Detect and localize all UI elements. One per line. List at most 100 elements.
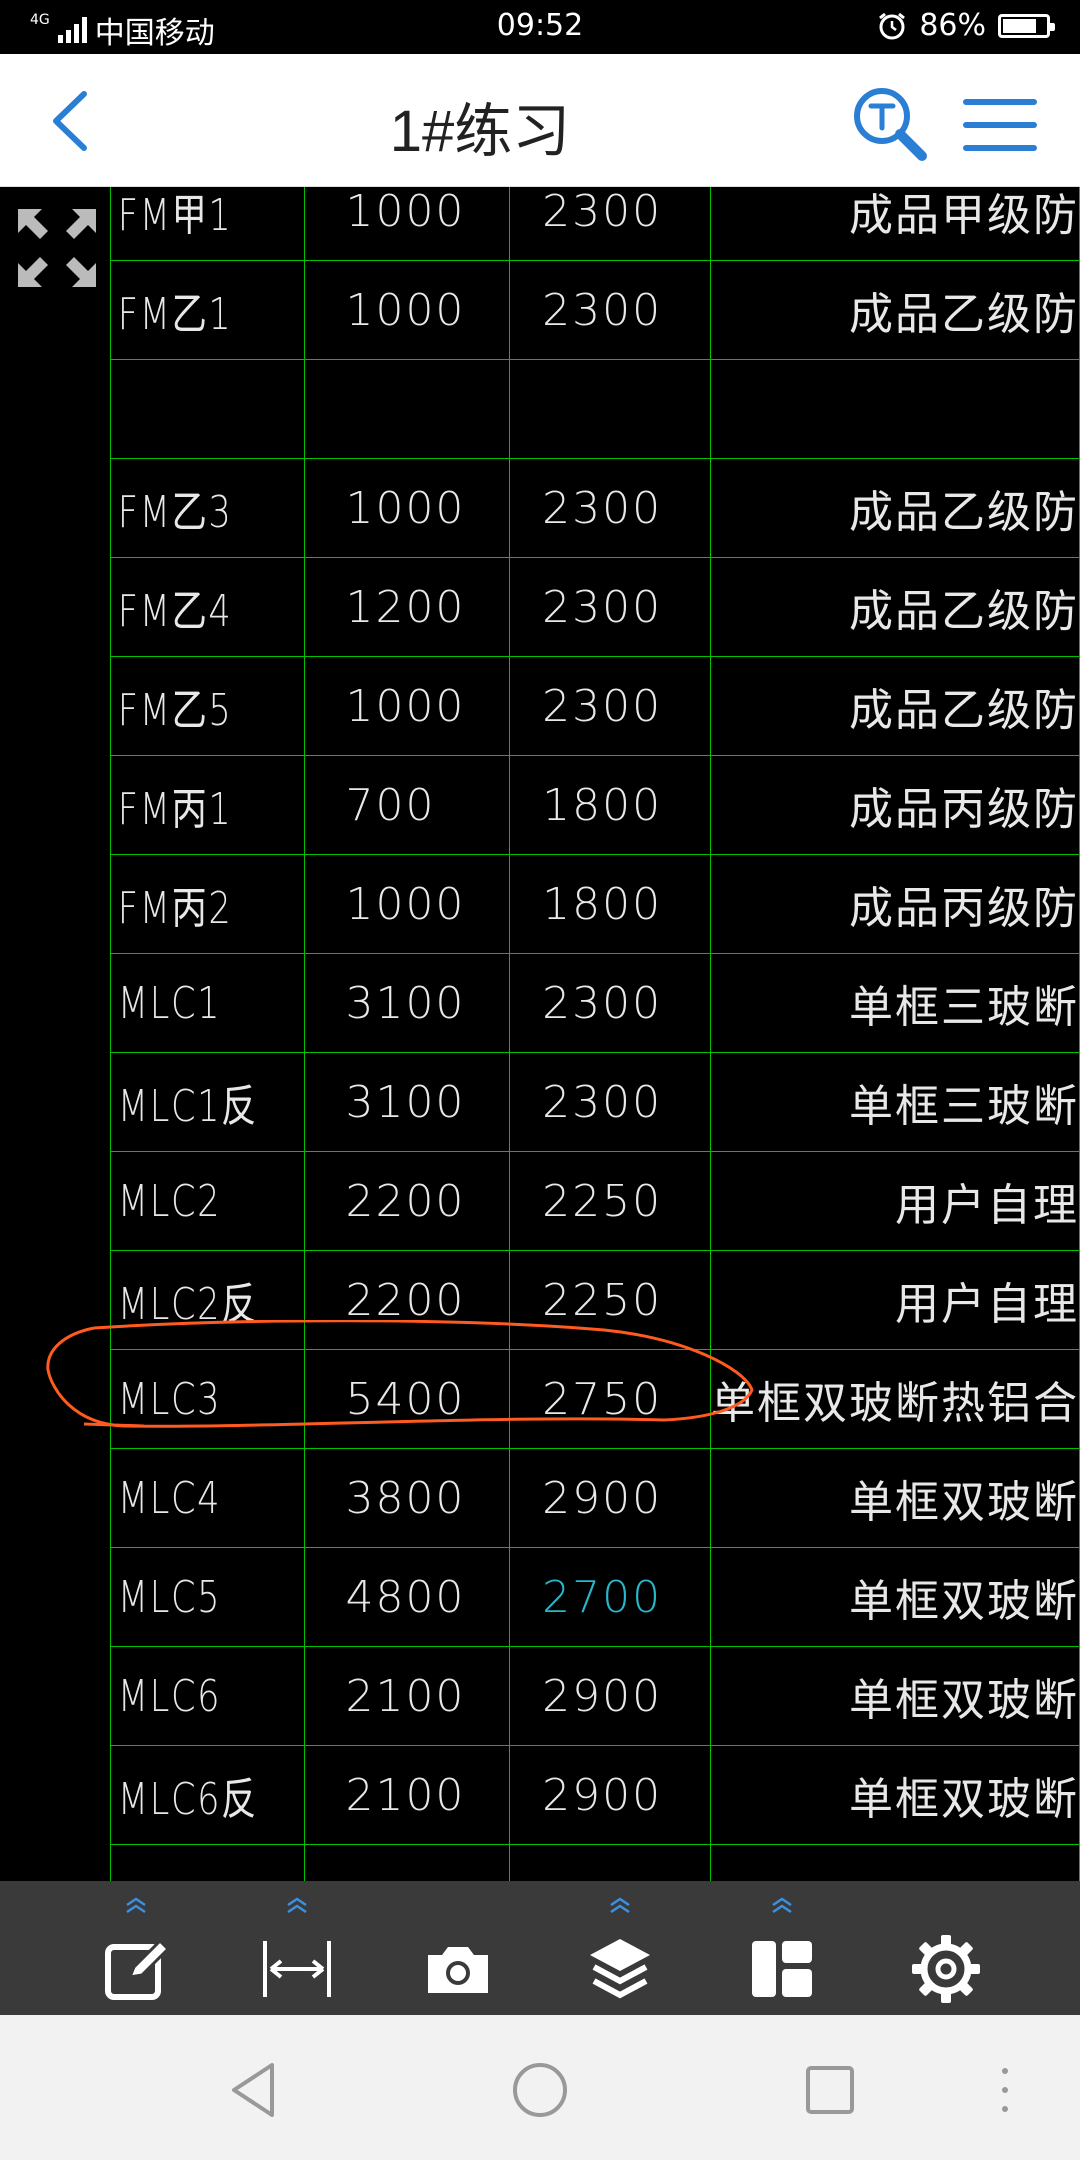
table-row: FM丙2 1000 1800 成品丙级防 — [110, 854, 1080, 954]
door-code-cell: FM丙1 — [110, 755, 267, 855]
width-cell: 2100 — [304, 1745, 511, 1845]
annotate-edit-icon — [105, 1938, 171, 2000]
door-code-cell: MLC1 — [110, 953, 267, 1053]
width-cell: 5400 — [304, 1349, 511, 1449]
table-row: MLC5 4800 2700 单框双玻断 — [110, 1547, 1080, 1647]
alarm-icon — [879, 12, 906, 39]
table-row: FM乙3 1000 2300 成品乙级防 — [110, 458, 1080, 558]
door-code-cell: MLC6 — [110, 1646, 267, 1746]
width-cell: 1000 — [304, 187, 511, 261]
camera-tool[interactable] — [408, 1897, 508, 2007]
door-code-cell: FM乙3 — [110, 458, 267, 558]
expand-chevron-icon — [287, 1897, 307, 1913]
table-row: MLC3 5400 2750 单框双玻断热铝合 — [110, 1349, 1080, 1449]
height-cell — [509, 359, 711, 459]
layout-tool[interactable] — [732, 1897, 832, 2007]
door-code-cell: MLC5 — [110, 1547, 267, 1647]
table-row: FM丙1 700 1800 成品丙级防 — [110, 755, 1080, 855]
door-code-cell: FM乙5 — [110, 656, 267, 756]
camera-icon — [428, 1947, 488, 1993]
door-code-cell: FM丙2 — [110, 854, 267, 954]
width-cell: 3100 — [304, 953, 511, 1053]
description-cell: 成品乙级防 — [709, 557, 1080, 657]
hamburger-menu-icon[interactable] — [960, 90, 1040, 160]
description-cell: 单框双玻断 — [709, 1745, 1080, 1845]
table-row: MLC1 3100 2300 单框三玻断 — [110, 953, 1080, 1053]
height-cell: 2900 — [509, 1745, 711, 1845]
table-row: MLC6反 2100 2900 单框双玻断 — [110, 1745, 1080, 1845]
settings-tool[interactable] — [896, 1897, 996, 2007]
settings-gear-icon — [912, 1935, 980, 2003]
description-cell: 成品甲级防 — [709, 187, 1080, 261]
app-header: 1#练习 — [0, 54, 1080, 187]
measure-tool[interactable] — [247, 1897, 347, 2007]
page-title: 1#练习 — [389, 99, 571, 164]
description-cell: 单框双玻断热铝合 — [709, 1349, 1080, 1449]
door-code-cell: FM甲1 — [110, 187, 267, 261]
table-row: FM乙5 1000 2300 成品乙级防 — [110, 656, 1080, 756]
width-cell — [304, 1844, 511, 1881]
status-bar: 4G 中国移动 09:52 86% — [0, 0, 1080, 54]
annotate-edit-tool[interactable] — [86, 1897, 186, 2007]
height-cell: 1800 — [509, 755, 711, 855]
height-cell: 2300 — [509, 656, 711, 756]
door-window-schedule-table: FM甲1 1000 2300 成品甲级防 FM乙1 1000 2300 成品乙级防 FM乙3 10… — [110, 187, 1080, 1881]
height-cell: 2250 — [509, 1151, 711, 1251]
width-cell: 4800 — [304, 1547, 511, 1647]
battery-fill — [1003, 18, 1037, 33]
expand-chevron-icon — [610, 1897, 630, 1913]
door-code-cell: MLC3 — [110, 1349, 267, 1449]
layout-panels-icon — [752, 1941, 812, 1997]
table-row — [110, 1844, 1080, 1881]
layers-tool[interactable] — [570, 1897, 670, 2007]
door-code-cell: MLC1反 — [110, 1052, 267, 1152]
door-code-cell: MLC2 — [110, 1151, 267, 1251]
height-cell: 2700 — [509, 1547, 711, 1647]
description-cell — [709, 359, 1080, 459]
table-row: FM甲1 1000 2300 成品甲级防 — [110, 187, 1080, 261]
battery-percent: 86% — [919, 8, 986, 43]
table-row: FM乙4 1200 2300 成品乙级防 — [110, 557, 1080, 657]
square-recents-icon[interactable] — [795, 2055, 865, 2125]
drawing-canvas[interactable]: FM甲1 1000 2300 成品甲级防 FM乙1 1000 2300 成品乙级防 FM乙3 10… — [0, 187, 1080, 1881]
more-options-icon[interactable] — [990, 2055, 1020, 2125]
width-cell: 1000 — [304, 656, 511, 756]
layers-icon — [590, 1939, 650, 1999]
width-cell: 3100 — [304, 1052, 511, 1152]
description-cell: 成品乙级防 — [709, 458, 1080, 558]
text-search-icon[interactable] — [850, 84, 930, 164]
width-cell — [304, 359, 511, 459]
description-cell — [709, 1844, 1080, 1881]
description-cell: 成品丙级防 — [709, 854, 1080, 954]
height-cell: 2750 — [509, 1349, 711, 1449]
description-cell: 单框双玻断 — [709, 1646, 1080, 1746]
description-cell: 用户自理 — [709, 1250, 1080, 1350]
description-cell: 单框双玻断 — [709, 1448, 1080, 1548]
door-code-cell — [110, 1844, 267, 1881]
height-cell: 2300 — [509, 458, 711, 558]
description-cell: 成品乙级防 — [709, 656, 1080, 756]
table-row: MLC2 2200 2250 用户自理 — [110, 1151, 1080, 1251]
height-cell: 2300 — [509, 557, 711, 657]
table-row — [110, 359, 1080, 459]
height-cell: 2900 — [509, 1646, 711, 1746]
width-cell: 1000 — [304, 260, 511, 360]
triangle-back-icon[interactable] — [220, 2055, 290, 2125]
height-cell: 2300 — [509, 260, 711, 360]
description-cell: 单框三玻断 — [709, 1052, 1080, 1152]
height-cell: 2300 — [509, 953, 711, 1053]
table-row: MLC6 2100 2900 单框双玻断 — [110, 1646, 1080, 1746]
table-row: MLC2反 2200 2250 用户自理 — [110, 1250, 1080, 1350]
table-row: FM乙1 1000 2300 成品乙级防 — [110, 260, 1080, 360]
description-cell: 成品丙级防 — [709, 755, 1080, 855]
table-row: MLC4 3800 2900 单框双玻断 — [110, 1448, 1080, 1548]
height-cell: 2300 — [509, 187, 711, 261]
circle-home-icon[interactable] — [505, 2055, 575, 2125]
width-cell: 700 — [304, 755, 511, 855]
height-cell: 2300 — [509, 1052, 711, 1152]
fit-screen-icon[interactable] — [14, 205, 100, 291]
width-cell: 2200 — [304, 1151, 511, 1251]
door-code-cell: MLC4 — [110, 1448, 267, 1548]
system-nav-bar — [0, 2015, 1080, 2160]
height-cell — [509, 1844, 711, 1881]
